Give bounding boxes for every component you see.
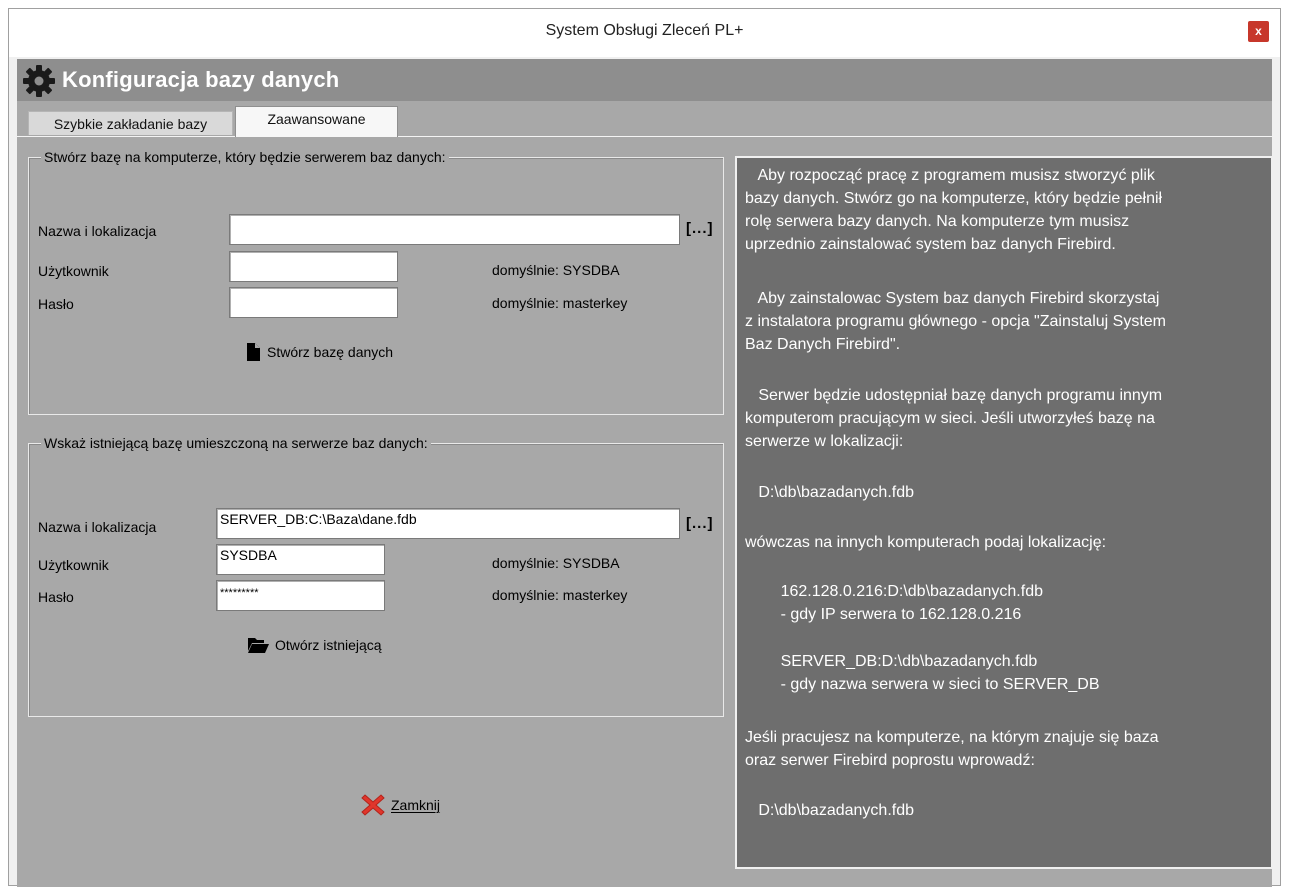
info-panel: Aby rozpocząć pracę z programem musisz s…: [735, 156, 1273, 869]
create-user-default: domyślnie: SYSDBA: [492, 262, 620, 278]
create-browse-button[interactable]: [...]: [686, 220, 714, 237]
open-group-legend: Wskaż istniejącą bazę umieszczoną na ser…: [41, 435, 431, 451]
open-user-default: domyślnie: SYSDBA: [492, 555, 620, 571]
open-database-group: Wskaż istniejącą bazę umieszczoną na ser…: [28, 435, 724, 717]
create-database-group: Stwórz bazę na komputerze, który będzie …: [28, 149, 724, 415]
info-paragraph-5: wówczas na innych komputerach podaj loka…: [745, 534, 1107, 551]
info-paragraph-2: Aby zainstalowac System baz danych Fireb…: [745, 290, 1166, 353]
dialog-title: Konfiguracja bazy danych: [62, 67, 340, 92]
red-x-icon: [361, 794, 385, 816]
tab-advanced[interactable]: Zaawansowane: [235, 106, 398, 137]
create-user-label: Użytkownik: [38, 263, 109, 279]
gear-icon: [23, 65, 55, 97]
dialog-header: Konfiguracja bazy danych: [17, 59, 1272, 101]
open-name-input[interactable]: SERVER_DB:C:\Baza\dane.fdb: [216, 508, 680, 539]
info-paragraph-8: Jeśli pracujesz na komputerze, na którym…: [745, 729, 1159, 769]
open-password-input[interactable]: *********: [216, 580, 385, 611]
open-user-label: Użytkownik: [38, 557, 109, 573]
app-window: System Obsługi Zleceń PL+ x Konfiguracja…: [8, 8, 1281, 887]
create-database-label: Stwórz bazę danych: [267, 344, 394, 360]
info-paragraph-6: 162.128.0.216:D:\db\bazadanych.fdb - gdy…: [780, 583, 1043, 623]
open-browse-button[interactable]: [...]: [686, 515, 714, 532]
open-user-input[interactable]: SYSDBA: [216, 544, 385, 575]
open-existing-button[interactable]: Otwórz istniejącą: [248, 637, 382, 653]
tab-strip: Szybkie zakładanie bazy Zaawansowane: [17, 102, 1272, 137]
close-dialog-button[interactable]: Zamknij: [361, 793, 440, 817]
tab-quick-setup[interactable]: Szybkie zakładanie bazy: [28, 111, 233, 135]
create-group-legend: Stwórz bazę na komputerze, który będzie …: [41, 149, 449, 165]
document-icon: [247, 343, 260, 361]
info-paragraph-1: Aby rozpocząć pracę z programem musisz s…: [745, 167, 1163, 253]
info-paragraph-3: Serwer będzie udostępniał bazę danych pr…: [745, 387, 1163, 450]
create-user-input[interactable]: [229, 251, 398, 282]
create-password-input[interactable]: [229, 287, 398, 318]
open-password-label: Hasło: [38, 589, 74, 605]
create-name-label: Nazwa i lokalizacja: [38, 223, 157, 239]
close-window-button[interactable]: x: [1248, 21, 1269, 42]
create-password-label: Hasło: [38, 296, 74, 312]
open-existing-label: Otwórz istniejącą: [275, 637, 382, 653]
create-password-default: domyślnie: masterkey: [492, 295, 628, 311]
open-password-default: domyślnie: masterkey: [492, 587, 628, 603]
title-bar[interactable]: System Obsługi Zleceń PL+ x: [9, 9, 1280, 57]
create-name-input[interactable]: [229, 214, 680, 245]
open-name-label: Nazwa i lokalizacja: [38, 519, 157, 535]
close-dialog-label: Zamknij: [391, 797, 441, 813]
info-paragraph-7: SERVER_DB:D:\db\bazadanych.fdb - gdy naz…: [780, 653, 1100, 693]
folder-open-icon: [248, 638, 269, 653]
info-paragraph-4: D:\db\bazadanych.fdb: [745, 484, 914, 501]
info-paragraph-9: D:\db\bazadanych.fdb: [745, 802, 914, 819]
dialog-client: Konfiguracja bazy danych Szybkie zakłada…: [17, 59, 1273, 887]
create-database-button[interactable]: Stwórz bazę danych: [246, 343, 393, 361]
window-title: System Obsługi Zleceń PL+: [545, 22, 744, 39]
